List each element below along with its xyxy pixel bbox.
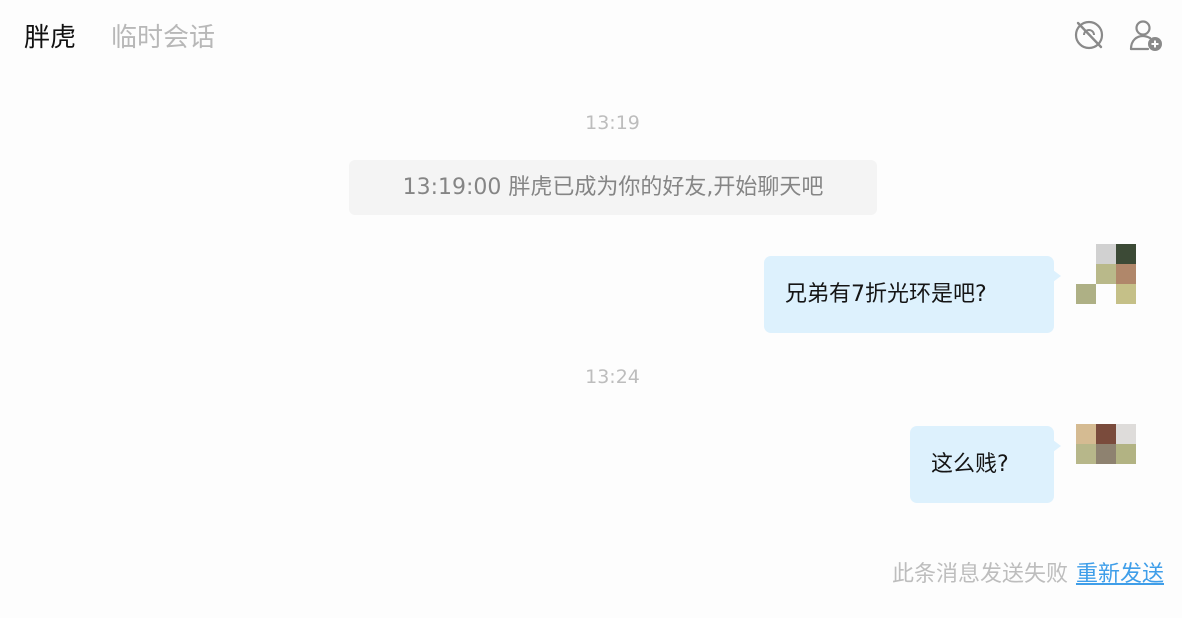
avatar-pixel bbox=[1096, 444, 1116, 464]
send-failure-text: 此条消息发送失败 bbox=[891, 562, 1068, 587]
message-text: 兄弟有7折光环是吧? bbox=[785, 282, 987, 307]
avatar-pixel bbox=[1116, 464, 1136, 484]
avatar-pixel bbox=[1116, 244, 1136, 264]
avatar-pixel bbox=[1076, 444, 1096, 464]
avatar-pixel bbox=[1096, 284, 1116, 304]
chat-window: 胖虎 临时会话 13:19 13:19:00 胖虎已成为你的好友,开始聊天吧 兄… bbox=[0, 0, 1182, 618]
chat-header: 胖虎 临时会话 bbox=[0, 0, 1182, 76]
avatar-pixel bbox=[1116, 284, 1136, 304]
message-timestamp: 13:24 bbox=[585, 366, 640, 388]
outgoing-message-bubble[interactable]: 兄弟有7折光环是吧? bbox=[764, 256, 1061, 333]
avatar-pixel bbox=[1096, 424, 1116, 444]
avatar-pixel bbox=[1076, 264, 1096, 284]
avatar[interactable] bbox=[1076, 244, 1136, 304]
session-type-label: 临时会话 bbox=[111, 23, 216, 53]
avatar-pixel bbox=[1116, 424, 1136, 444]
mute-button[interactable] bbox=[1071, 17, 1107, 53]
avatar-pixel bbox=[1076, 284, 1096, 304]
outgoing-message-bubble[interactable]: 这么贱? bbox=[910, 426, 1061, 503]
avatar-pixel bbox=[1116, 444, 1136, 464]
contact-name: 胖虎 bbox=[24, 23, 77, 53]
avatar[interactable] bbox=[1076, 424, 1136, 484]
mute-icon bbox=[1074, 20, 1104, 50]
message-timestamp: 13:19 bbox=[585, 112, 640, 134]
friend-added-notice: 13:19:00 胖虎已成为你的好友,开始聊天吧 bbox=[349, 160, 877, 215]
message-text: 这么贱? bbox=[931, 452, 1009, 477]
avatar-pixel bbox=[1116, 264, 1136, 284]
resend-link[interactable]: 重新发送 bbox=[1076, 562, 1164, 587]
avatar-pixel bbox=[1096, 264, 1116, 284]
avatar-pixel bbox=[1096, 244, 1116, 264]
add-user-icon bbox=[1129, 20, 1162, 51]
avatar-pixel bbox=[1076, 464, 1096, 484]
add-friend-button[interactable] bbox=[1128, 17, 1164, 53]
avatar-pixel bbox=[1096, 464, 1116, 484]
send-failure-status: 此条消息发送失败 重新发送 bbox=[892, 560, 1164, 590]
avatar-pixel bbox=[1076, 244, 1096, 264]
avatar-pixel bbox=[1076, 424, 1096, 444]
